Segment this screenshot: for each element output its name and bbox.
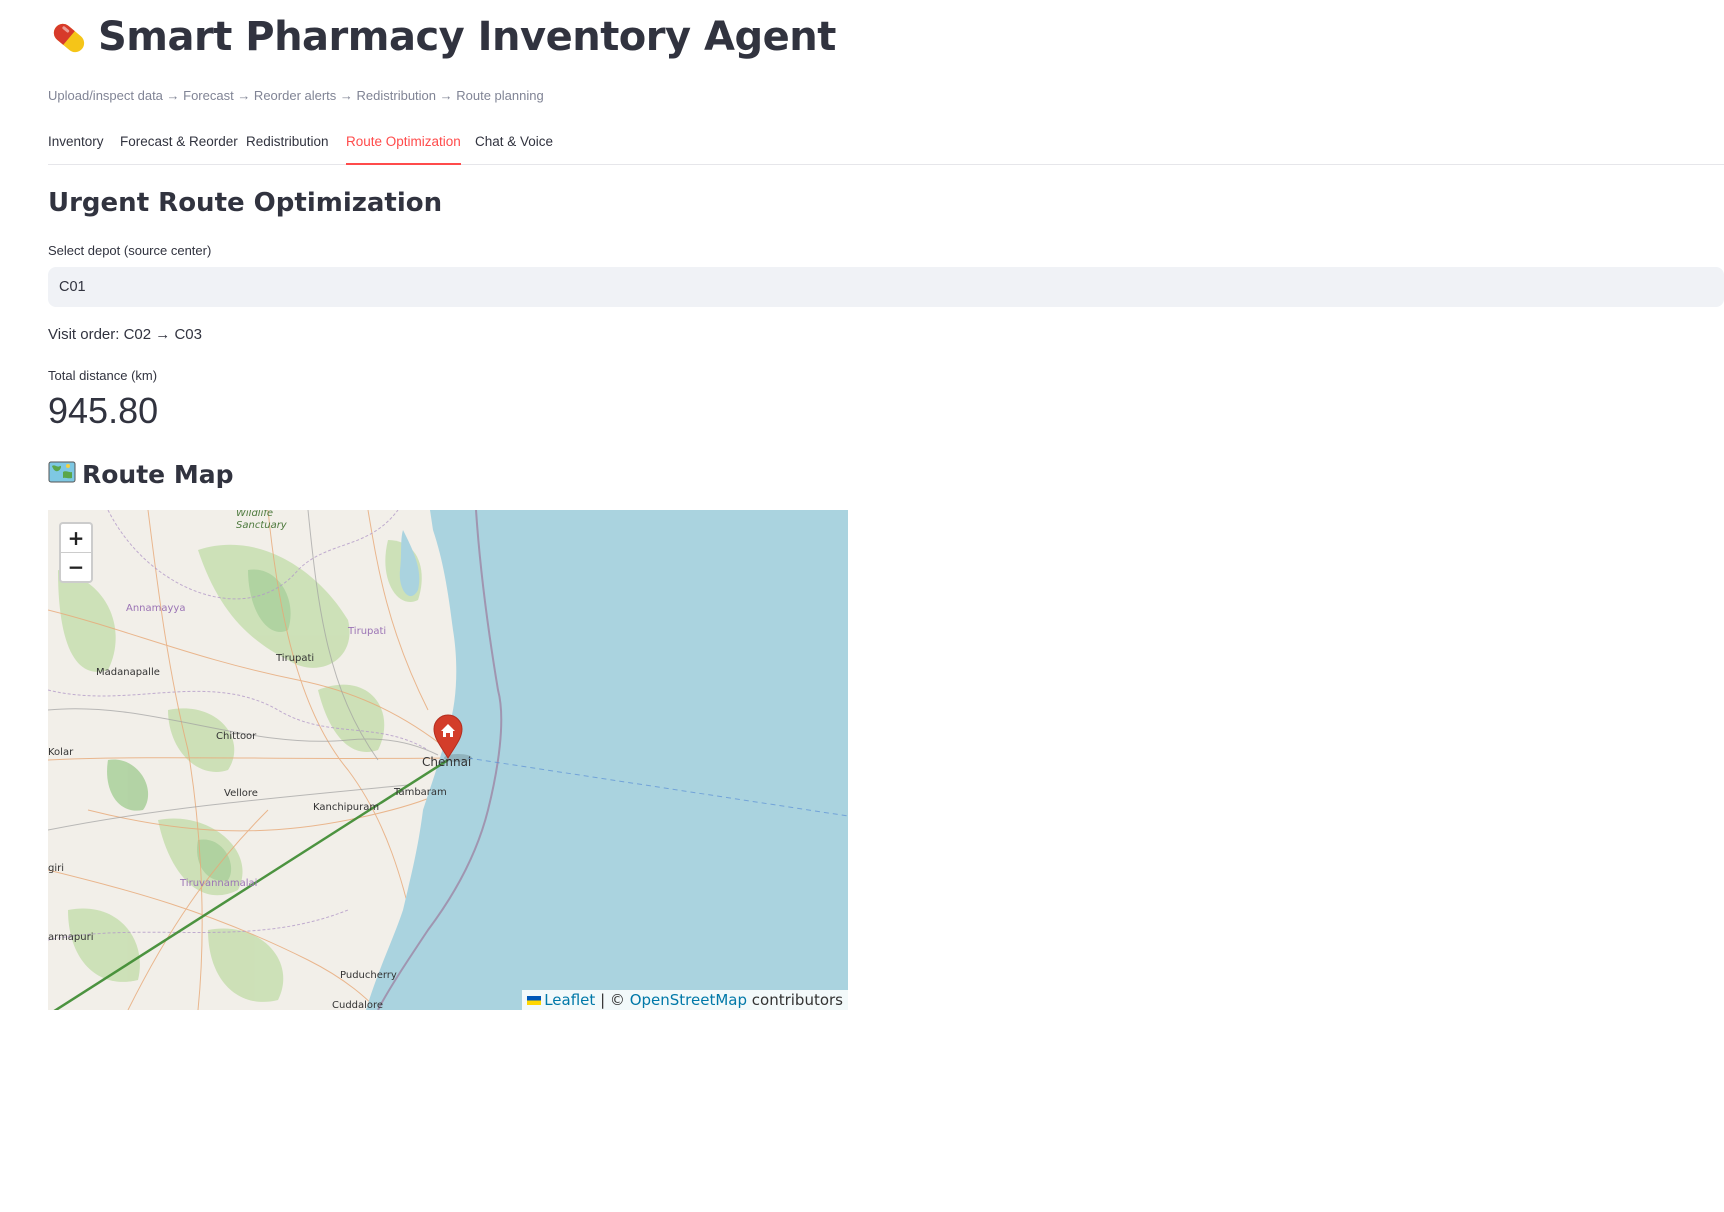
tab-redistribution[interactable]: Redistribution [246, 134, 329, 163]
map-attribution: Leaflet | © OpenStreetMap contributors [522, 990, 848, 1010]
distance-label: Total distance (km) [48, 368, 158, 383]
zoom-out-button[interactable]: − [61, 552, 91, 581]
tab-inventory[interactable]: Inventory [48, 134, 104, 163]
label-puducherry: Puducherry [340, 970, 397, 981]
label-annamayya: Annamayya [126, 603, 185, 614]
leaflet-link[interactable]: Leaflet [544, 991, 595, 1009]
tab-forecast-reorder[interactable]: Forecast & Reorder [120, 134, 238, 163]
attribution-separator: | © [600, 991, 625, 1009]
route-map[interactable]: Wildlife Sanctuary Annamayya Tirupati Ti… [48, 510, 848, 1010]
page-caption: Upload/inspect data → Forecast → Reorder… [48, 88, 544, 103]
route-map-heading: Route Map [82, 460, 234, 489]
label-giri: giri [48, 863, 64, 874]
visit-order-text: Visit order: C02 → C03 [48, 326, 202, 343]
route-map-heading-row: Route Map [48, 460, 233, 489]
label-sanctuary: Sanctuary [236, 520, 288, 531]
label-tiruvannamalai: Tiruvannamalai [179, 878, 257, 889]
page-title: Smart Pharmacy Inventory Agent [98, 14, 836, 60]
pill-icon [48, 17, 88, 57]
label-tirupati: Tirupati [275, 653, 314, 664]
label-vellore: Vellore [224, 788, 258, 799]
label-kolar: Kolar [48, 747, 74, 758]
label-cuddalore: Cuddalore [332, 1000, 383, 1010]
attribution-contributors: contributors [751, 991, 843, 1009]
label-chittoor: Chittoor [216, 731, 257, 742]
tab-route-optimization[interactable]: Route Optimization [346, 134, 461, 165]
ukraine-flag-icon [527, 996, 542, 1005]
zoom-in-button[interactable]: + [61, 524, 91, 552]
map-tiles: Wildlife Sanctuary Annamayya Tirupati Ti… [48, 510, 848, 1010]
label-wildlife: Wildlife [236, 510, 273, 519]
zoom-control: + − [59, 522, 93, 583]
depot-select-value: C01 [59, 279, 86, 295]
world-map-icon [48, 460, 76, 489]
tab-bar: Inventory Forecast & Reorder Redistribut… [48, 126, 1724, 165]
tab-chat-voice[interactable]: Chat & Voice [475, 134, 553, 163]
section-heading: Urgent Route Optimization [48, 188, 443, 218]
label-dharmapuri: armapuri [48, 932, 94, 943]
osm-link[interactable]: OpenStreetMap [630, 991, 747, 1009]
title-row: Smart Pharmacy Inventory Agent [48, 14, 836, 60]
label-tambaram: Tambaram [393, 787, 447, 798]
label-kanchipuram: Kanchipuram [313, 802, 379, 813]
distance-value: 945.80 [48, 390, 159, 431]
depot-select-label: Select depot (source center) [48, 243, 212, 258]
depot-select[interactable]: C01 [48, 267, 1724, 307]
label-tirupati-district: Tirupati [347, 626, 386, 637]
label-madanapalle: Madanapalle [96, 667, 160, 678]
